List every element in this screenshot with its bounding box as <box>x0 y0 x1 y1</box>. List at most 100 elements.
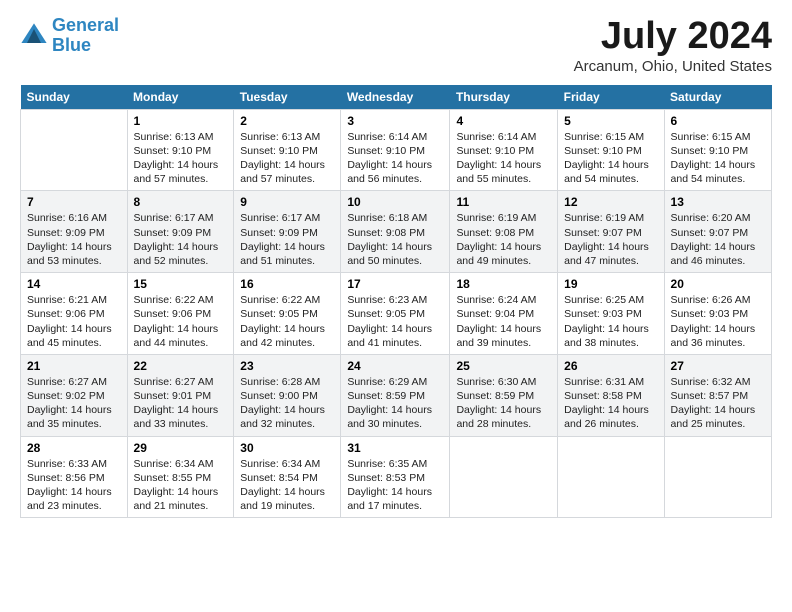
calendar-header: SundayMondayTuesdayWednesdayThursdayFrid… <box>21 85 772 110</box>
header-day-monday: Monday <box>127 85 234 110</box>
calendar-cell: 19 Sunrise: 6:25 AMSunset: 9:03 PMDayligh… <box>558 273 664 355</box>
day-number: 2 <box>240 114 334 128</box>
calendar-cell: 23Sunrise: 6:28 AMSunset: 9:00 PMDayligh… <box>234 354 341 436</box>
header-day-wednesday: Wednesday <box>341 85 450 110</box>
calendar-cell: 8Sunrise: 6:17 AMSunset: 9:09 PMDaylight… <box>127 191 234 273</box>
cell-info: Sunrise: 6:31 AMSunset: 8:58 PMDaylight:… <box>564 376 649 431</box>
cell-info: Sunrise: 6:28 AMSunset: 9:00 PMDaylight:… <box>240 376 325 431</box>
day-number: 29 <box>134 441 228 455</box>
header-day-thursday: Thursday <box>450 85 558 110</box>
cell-info: Sunrise: 6:15 AMSunset: 9:10 PMDaylight:… <box>671 131 756 186</box>
cell-info: Sunrise: 6:27 AMSunset: 9:01 PMDaylight:… <box>134 376 219 431</box>
cell-info: Sunrise: 6:22 AMSunset: 9:05 PMDaylight:… <box>240 294 325 349</box>
calendar-cell: 26 Sunrise: 6:31 AMSunset: 8:58 PMDayligh… <box>558 354 664 436</box>
day-number: 12 <box>564 195 657 209</box>
day-number: 6 <box>671 114 765 128</box>
week-row-4: 21Sunrise: 6:27 AMSunset: 9:02 PMDayligh… <box>21 354 772 436</box>
day-number: 21 <box>27 359 121 373</box>
cell-info: Sunrise: 6:30 AMSunset: 8:59 PMDaylight:… <box>456 376 541 431</box>
day-number: 31 <box>347 441 443 455</box>
day-number: 17 <box>347 277 443 291</box>
cell-info: Sunrise: 6:21 AMSunset: 9:06 PMDaylight:… <box>27 294 112 349</box>
day-number: 1 <box>134 114 228 128</box>
day-number: 11 <box>456 195 551 209</box>
day-number: 14 <box>27 277 121 291</box>
day-number: 5 <box>564 114 657 128</box>
calendar-cell: 2 Sunrise: 6:13 AMSunset: 9:10 PMDaylight… <box>234 109 341 191</box>
cell-info: Sunrise: 6:16 AMSunset: 9:09 PMDaylight:… <box>27 212 112 267</box>
day-number: 8 <box>134 195 228 209</box>
calendar-cell <box>558 436 664 518</box>
day-number: 9 <box>240 195 334 209</box>
day-number: 15 <box>134 277 228 291</box>
calendar-cell: 29 Sunrise: 6:34 AMSunset: 8:55 PMDayligh… <box>127 436 234 518</box>
calendar-body: 1 Sunrise: 6:13 AMSunset: 9:10 PMDaylight… <box>21 109 772 517</box>
day-number: 7 <box>27 195 121 209</box>
cell-info: Sunrise: 6:17 AMSunset: 9:09 PMDaylight:… <box>240 212 325 267</box>
logo-icon <box>20 22 48 50</box>
header-day-friday: Friday <box>558 85 664 110</box>
calendar-cell: 1 Sunrise: 6:13 AMSunset: 9:10 PMDaylight… <box>127 109 234 191</box>
day-number: 4 <box>456 114 551 128</box>
cell-info: Sunrise: 6:29 AMSunset: 8:59 PMDaylight:… <box>347 376 432 431</box>
day-number: 24 <box>347 359 443 373</box>
cell-info: Sunrise: 6:19 AMSunset: 9:08 PMDaylight:… <box>456 212 541 267</box>
logo-general: General <box>52 15 119 35</box>
logo-blue: Blue <box>52 35 91 55</box>
cell-info: Sunrise: 6:13 AMSunset: 9:10 PMDaylight:… <box>134 131 219 186</box>
title-block: July 2024 Arcanum, Ohio, United States <box>574 16 772 75</box>
calendar-cell: 28Sunrise: 6:33 AMSunset: 8:56 PMDayligh… <box>21 436 128 518</box>
cell-info: Sunrise: 6:25 AMSunset: 9:03 PMDaylight:… <box>564 294 649 349</box>
header-day-tuesday: Tuesday <box>234 85 341 110</box>
logo: General Blue <box>20 16 119 56</box>
day-number: 30 <box>240 441 334 455</box>
day-number: 16 <box>240 277 334 291</box>
calendar-cell: 16 Sunrise: 6:22 AMSunset: 9:05 PMDayligh… <box>234 273 341 355</box>
header-day-sunday: Sunday <box>21 85 128 110</box>
cell-info: Sunrise: 6:26 AMSunset: 9:03 PMDaylight:… <box>671 294 756 349</box>
day-number: 27 <box>671 359 765 373</box>
week-row-2: 7 Sunrise: 6:16 AMSunset: 9:09 PMDaylight… <box>21 191 772 273</box>
cell-info: Sunrise: 6:33 AMSunset: 8:56 PMDaylight:… <box>27 458 112 513</box>
cell-info: Sunrise: 6:34 AMSunset: 8:55 PMDaylight:… <box>134 458 219 513</box>
cell-info: Sunrise: 6:20 AMSunset: 9:07 PMDaylight:… <box>671 212 756 267</box>
calendar-cell: 6 Sunrise: 6:15 AMSunset: 9:10 PMDaylight… <box>664 109 771 191</box>
day-number: 25 <box>456 359 551 373</box>
cell-info: Sunrise: 6:22 AMSunset: 9:06 PMDaylight:… <box>134 294 219 349</box>
calendar-cell: 9 Sunrise: 6:17 AMSunset: 9:09 PMDaylight… <box>234 191 341 273</box>
calendar-cell: 30 Sunrise: 6:34 AMSunset: 8:54 PMDayligh… <box>234 436 341 518</box>
day-number: 26 <box>564 359 657 373</box>
calendar-cell <box>450 436 558 518</box>
day-number: 18 <box>456 277 551 291</box>
calendar-cell: 24 Sunrise: 6:29 AMSunset: 8:59 PMDayligh… <box>341 354 450 436</box>
calendar-cell: 25 Sunrise: 6:30 AMSunset: 8:59 PMDayligh… <box>450 354 558 436</box>
logo-text: General Blue <box>52 16 119 56</box>
calendar-cell: 20 Sunrise: 6:26 AMSunset: 9:03 PMDayligh… <box>664 273 771 355</box>
calendar-cell <box>21 109 128 191</box>
day-number: 13 <box>671 195 765 209</box>
cell-info: Sunrise: 6:14 AMSunset: 9:10 PMDaylight:… <box>347 131 432 186</box>
header: General Blue July 2024 Arcanum, Ohio, Un… <box>20 16 772 75</box>
week-row-1: 1 Sunrise: 6:13 AMSunset: 9:10 PMDaylight… <box>21 109 772 191</box>
day-number: 3 <box>347 114 443 128</box>
calendar-cell: 11 Sunrise: 6:19 AMSunset: 9:08 PMDayligh… <box>450 191 558 273</box>
day-number: 20 <box>671 277 765 291</box>
calendar-cell: 5 Sunrise: 6:15 AMSunset: 9:10 PMDaylight… <box>558 109 664 191</box>
main-title: July 2024 <box>574 16 772 58</box>
week-row-5: 28Sunrise: 6:33 AMSunset: 8:56 PMDayligh… <box>21 436 772 518</box>
cell-info: Sunrise: 6:13 AMSunset: 9:10 PMDaylight:… <box>240 131 325 186</box>
header-row: SundayMondayTuesdayWednesdayThursdayFrid… <box>21 85 772 110</box>
day-number: 10 <box>347 195 443 209</box>
calendar-cell: 17Sunrise: 6:23 AMSunset: 9:05 PMDayligh… <box>341 273 450 355</box>
calendar-cell: 27Sunrise: 6:32 AMSunset: 8:57 PMDayligh… <box>664 354 771 436</box>
calendar-cell <box>664 436 771 518</box>
day-number: 22 <box>134 359 228 373</box>
cell-info: Sunrise: 6:15 AMSunset: 9:10 PMDaylight:… <box>564 131 649 186</box>
calendar-cell: 22 Sunrise: 6:27 AMSunset: 9:01 PMDayligh… <box>127 354 234 436</box>
day-number: 19 <box>564 277 657 291</box>
calendar-cell: 3 Sunrise: 6:14 AMSunset: 9:10 PMDaylight… <box>341 109 450 191</box>
calendar-cell: 12Sunrise: 6:19 AMSunset: 9:07 PMDayligh… <box>558 191 664 273</box>
calendar-cell: 15 Sunrise: 6:22 AMSunset: 9:06 PMDayligh… <box>127 273 234 355</box>
cell-info: Sunrise: 6:34 AMSunset: 8:54 PMDaylight:… <box>240 458 325 513</box>
calendar-cell: 7 Sunrise: 6:16 AMSunset: 9:09 PMDaylight… <box>21 191 128 273</box>
